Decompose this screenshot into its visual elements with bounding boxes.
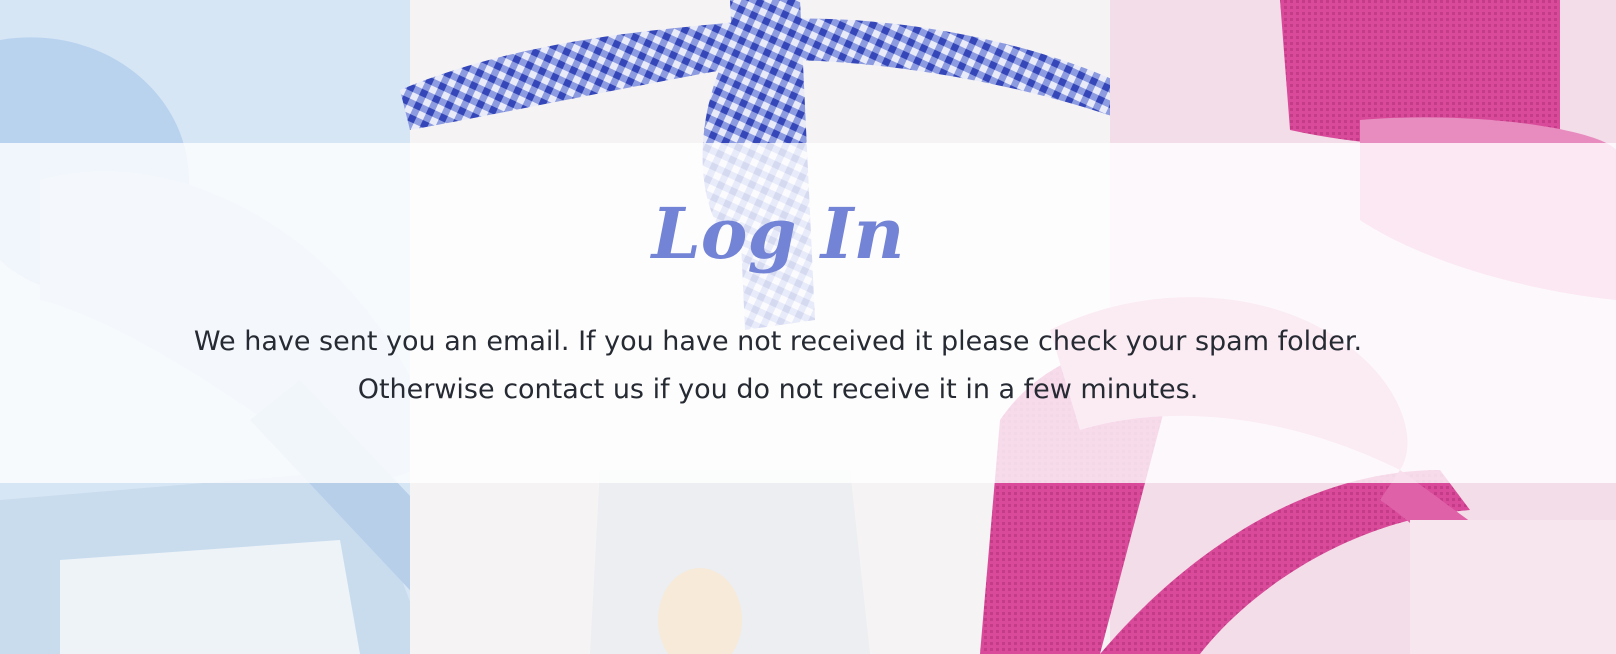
email-sent-message: We have sent you an email. If you have n…	[108, 318, 1448, 414]
page: Log In We have sent you an email. If you…	[0, 0, 1616, 654]
message-line-1: We have sent you an email. If you have n…	[193, 326, 1363, 357]
page-title: Log In	[651, 192, 905, 275]
message-line-2: Otherwise contact us if you do not recei…	[357, 374, 1199, 405]
